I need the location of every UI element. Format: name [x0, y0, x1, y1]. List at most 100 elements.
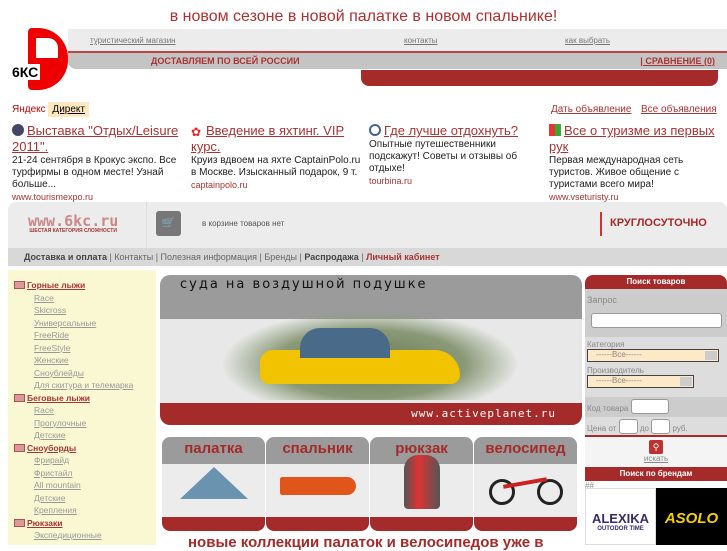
price-to-input[interactable]: [651, 419, 671, 434]
sidebar-item[interactable]: Race: [8, 292, 156, 305]
subnav-info[interactable]: Полезная информация: [161, 252, 257, 262]
sidebar-item[interactable]: FreeRide: [8, 329, 156, 342]
direct-label[interactable]: Директ: [48, 102, 89, 117]
sidebar-category[interactable]: Сноуборды: [8, 442, 156, 455]
sidebar-item[interactable]: FreeStyle: [8, 342, 156, 355]
ad-text: 21-24 сентября в Крокус экспо. Все турфи…: [12, 155, 177, 190]
sidebar-item[interactable]: Race: [8, 404, 156, 417]
globe-icon: [12, 124, 24, 136]
sidebar-item[interactable]: Детские: [8, 429, 156, 442]
query-input[interactable]: [591, 313, 722, 328]
red-decor: [361, 70, 718, 86]
yandex-direct: Яндекс Директ: [12, 102, 89, 117]
top-nav: туристический магазин контакты как выбра…: [68, 29, 727, 53]
ad-title[interactable]: Выставка "Отдых/Leisure 2011".: [12, 123, 178, 154]
price-from-label: Цена от: [587, 424, 617, 433]
ad-title[interactable]: Все о туризме из первых рук: [549, 123, 715, 154]
nav-contacts[interactable]: контакты: [404, 36, 437, 45]
price-from-input[interactable]: [618, 419, 638, 434]
sidebar-item[interactable]: Крепления: [8, 504, 156, 517]
compare-link[interactable]: | СРАВНЕНИЕ (0): [640, 56, 715, 66]
tile-bicycle[interactable]: велосипед: [474, 437, 577, 531]
subnav-sale[interactable]: Распродажа: [304, 252, 358, 262]
sidebar-item[interactable]: Сноублейды: [8, 367, 156, 380]
give-ad-link[interactable]: Дать объявление: [551, 104, 631, 115]
tile-backpack[interactable]: рюкзак: [370, 437, 473, 531]
search-button[interactable]: искать: [585, 454, 727, 463]
nav-how-to-choose[interactable]: как выбрать: [565, 36, 610, 45]
category-select[interactable]: ------Все------: [587, 349, 719, 362]
cart-icon[interactable]: 🛒: [156, 211, 181, 236]
brand-alexika[interactable]: ALEXIKA OUTODOR TIME: [585, 488, 656, 545]
site-logo-sub: ШЕСТАЯ КАТЕГОРИЯ СЛОЖНОСТИ: [29, 228, 117, 234]
site-logo[interactable]: www.6kc.ru ШЕСТАЯ КАТЕГОРИЯ СЛОЖНОСТИ: [28, 212, 119, 235]
ad-title[interactable]: Введение в яхтинг. VIP курс.: [191, 123, 344, 154]
category-label: Рюкзаки: [27, 517, 63, 528]
folder-icon: [14, 518, 25, 527]
sidebar-item[interactable]: Универсальные: [8, 317, 156, 330]
ad-text: Опытные путешественники подскажут! Совет…: [369, 139, 518, 174]
subnav-delivery[interactable]: Доставка и оплата: [24, 252, 107, 262]
brand-name: ALEXIKA: [591, 511, 650, 526]
tagline: в новом сезоне в новой палатке в новом с…: [169, 8, 558, 25]
brand-name: ASOLO: [664, 510, 719, 527]
search-icon[interactable]: ⚲: [649, 440, 663, 454]
cart-status: в корзине товаров нет: [202, 219, 285, 228]
folder-icon: [14, 393, 25, 402]
ad-2: ✿ Введение в яхтинг. VIP курс. Круиз вдвое…: [191, 123, 363, 191]
logo[interactable]: 6КС: [10, 28, 70, 90]
tile-label: велосипед: [485, 440, 566, 457]
sidebar-item[interactable]: Прогулочные: [8, 417, 156, 430]
rub-label: руб.: [672, 424, 688, 433]
sidebar-item[interactable]: Фристайл: [8, 467, 156, 480]
folder-icon: [14, 443, 25, 452]
sidebar-item[interactable]: Для скитура и телемарка: [8, 379, 156, 392]
delivery-bar: ДОСТАВЛЯЕМ ПО ВСЕЙ РОССИИ | СРАВНЕНИЕ (0…: [68, 53, 727, 69]
subnav-account[interactable]: Личный кабинет: [366, 252, 440, 262]
sidebar-category[interactable]: Беговые лыжи: [8, 392, 156, 405]
tile-label: спальник: [282, 440, 353, 457]
maker-value: ------Все------: [596, 376, 642, 385]
sidebar-category[interactable]: Горные лыжи: [8, 279, 156, 292]
site-logo-url: www.6kc.ru: [28, 212, 119, 230]
sidebar-item[interactable]: Женские: [8, 354, 156, 367]
tile-tent[interactable]: палатка: [162, 437, 265, 531]
wheel-icon: [369, 124, 381, 136]
ad-url[interactable]: tourbina.ru: [369, 175, 541, 187]
all-ads-link[interactable]: Все объявления: [641, 104, 717, 115]
sidebar-item[interactable]: Детские: [8, 492, 156, 505]
ad-3: Где лучше отдохнуть? Опытные путешественн…: [369, 123, 541, 187]
sidebar-item[interactable]: Skicross: [8, 304, 156, 317]
sidebar-item[interactable]: Фрирайд: [8, 454, 156, 467]
brand-asolo[interactable]: ASOLO: [656, 488, 727, 545]
squares-icon: [549, 124, 561, 136]
ad-title[interactable]: Где лучше отдохнуть?: [384, 123, 518, 138]
tile-label: палатка: [184, 440, 243, 457]
subnav-contacts[interactable]: Контакты: [114, 252, 153, 262]
banner-url: www.activeplanet.ru: [411, 407, 556, 420]
delivery-text: ДОСТАВЛЯЕМ ПО ВСЕЙ РОССИИ: [151, 56, 300, 66]
sidebar-item[interactable]: All mountain: [8, 479, 156, 492]
brand-sub: OUTODOR TIME: [597, 526, 644, 532]
bicycle-icon: [488, 471, 563, 505]
chevron-down-icon: [680, 377, 692, 386]
chevron-down-icon: [705, 351, 717, 360]
promo-banner[interactable]: суда на воздушной подушке www.activeplan…: [160, 275, 582, 425]
maker-select[interactable]: ------Все------: [587, 375, 694, 388]
category-label: Беговые лыжи: [27, 392, 90, 403]
code-input[interactable]: [630, 399, 669, 414]
category-sidebar: Горные лыжи Race Skicross Универсальные Free…: [8, 270, 156, 545]
query-label: Запрос: [587, 295, 617, 305]
sub-nav: Доставка и оплата | Контакты | Полезная …: [8, 248, 727, 266]
ad-text: Круиз вдвоем на яхте CaptainPolo.ru в Мо…: [191, 155, 361, 178]
yandex-label[interactable]: Яндекс: [12, 104, 46, 115]
category-label: Категория: [587, 340, 625, 349]
ad-url[interactable]: captainpolo.ru: [191, 179, 363, 191]
ad-4: Все о туризме из первых рук Первая междун…: [549, 123, 721, 203]
subnav-brands[interactable]: Бренды: [264, 252, 297, 262]
sidebar-category[interactable]: Рюкзаки: [8, 517, 156, 530]
nav-shop[interactable]: туристический магазин: [90, 36, 176, 45]
folder-icon: [14, 281, 25, 289]
tile-sleeping-bag[interactable]: спальник: [266, 437, 369, 531]
sidebar-item[interactable]: Экспедиционные: [8, 529, 156, 542]
